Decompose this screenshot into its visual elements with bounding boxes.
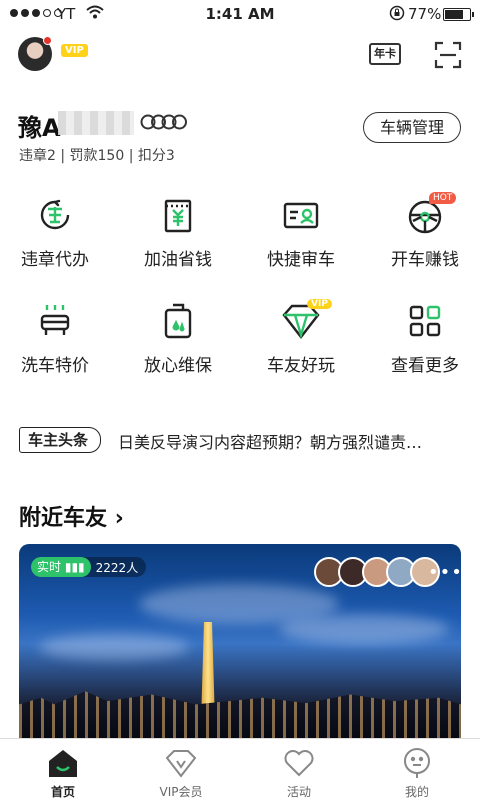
- tab-activity[interactable]: 活动: [251, 747, 347, 800]
- grid-item-label: 开车赚钱: [391, 250, 459, 270]
- bar-chart-icon: ▮▮▮: [64, 560, 85, 574]
- grid-item-label: 快捷审车: [267, 250, 335, 270]
- status-bar: YT 1:41 AM 77%: [0, 0, 480, 28]
- grid-item-fun[interactable]: VIP 车友好玩: [246, 299, 356, 381]
- grid-item-maintenance[interactable]: 放心维保: [123, 301, 233, 381]
- grid-item-inspection[interactable]: 快捷审车: [246, 195, 356, 275]
- vip-mini-badge: VIP: [307, 299, 332, 309]
- diamond-icon: VIP: [281, 299, 332, 341]
- grid-item-car-wash[interactable]: 洗车特价: [0, 301, 110, 381]
- car-wash-icon: [35, 301, 75, 341]
- live-badge: 实时 ▮▮▮ 2222人: [31, 557, 147, 577]
- tab-label: 首页: [50, 785, 75, 799]
- annual-card-button[interactable]: 年卡: [369, 43, 401, 65]
- profile-icon: [401, 747, 433, 779]
- battery-percent: 77%: [408, 5, 442, 23]
- vip-badge[interactable]: VIP: [61, 44, 88, 57]
- grid-item-label: 放心维保: [144, 356, 212, 376]
- grid-item-fuel[interactable]: 加油省钱: [123, 195, 233, 275]
- tab-label: 活动: [286, 785, 311, 799]
- more-grid-icon: [405, 301, 445, 341]
- violation-summary[interactable]: 违章2 | 罚款150 | 扣分3: [19, 145, 175, 165]
- audi-logo-icon: [140, 113, 188, 131]
- tab-label: VIP会员: [159, 785, 203, 799]
- inspection-icon: [281, 195, 321, 235]
- grid-item-label: 违章代办: [21, 250, 89, 270]
- plate-mask: [58, 111, 134, 135]
- chevron-right-icon: ›: [114, 506, 124, 531]
- home-icon: [47, 747, 79, 779]
- grid-item-earn[interactable]: HOT 开车赚钱: [370, 192, 480, 275]
- live-count: 2222人: [95, 560, 139, 575]
- steering-wheel-icon: HOT: [405, 192, 457, 235]
- rotation-lock-icon: [389, 5, 405, 25]
- violation-icon: [35, 195, 75, 235]
- grid-item-label: 加油省钱: [144, 250, 212, 270]
- hot-badge: HOT: [429, 192, 457, 204]
- grid-item-more[interactable]: 查看更多: [370, 301, 480, 381]
- grid-item-label: 车友好玩: [267, 356, 335, 376]
- nearby-title-text: 附近车友: [19, 506, 108, 531]
- tab-home[interactable]: 首页: [15, 747, 111, 800]
- nearby-title[interactable]: 附近车友 ›: [19, 500, 124, 532]
- heart-icon: [283, 747, 315, 779]
- grid-item-label: 洗车特价: [21, 356, 89, 376]
- fuel-icon: [158, 195, 198, 235]
- tab-vip[interactable]: VIP会员: [133, 747, 229, 800]
- news-headline[interactable]: 日美反导演习内容超预期？朝方强烈谴责…: [118, 429, 463, 453]
- diamond-icon: [165, 747, 197, 779]
- license-plate: 豫A: [18, 114, 61, 142]
- maintenance-icon: [158, 301, 198, 341]
- vehicle-management-button[interactable]: 车辆管理: [363, 112, 461, 143]
- more-options-icon[interactable]: •••: [428, 562, 463, 583]
- news-tag: 车主头条: [19, 427, 102, 453]
- grid-item-label: 查看更多: [391, 356, 459, 376]
- tab-profile[interactable]: 我的: [369, 747, 465, 800]
- friend-avatars[interactable]: [314, 557, 440, 587]
- notification-dot: [43, 36, 52, 45]
- tab-bar: 首页 VIP会员 活动 我的: [0, 738, 480, 800]
- scan-icon[interactable]: [434, 41, 462, 69]
- live-label: 实时 ▮▮▮: [31, 557, 91, 577]
- tab-label: 我的: [404, 785, 429, 799]
- grid-item-violation[interactable]: 违章代办: [0, 195, 110, 275]
- battery-icon: [443, 8, 474, 21]
